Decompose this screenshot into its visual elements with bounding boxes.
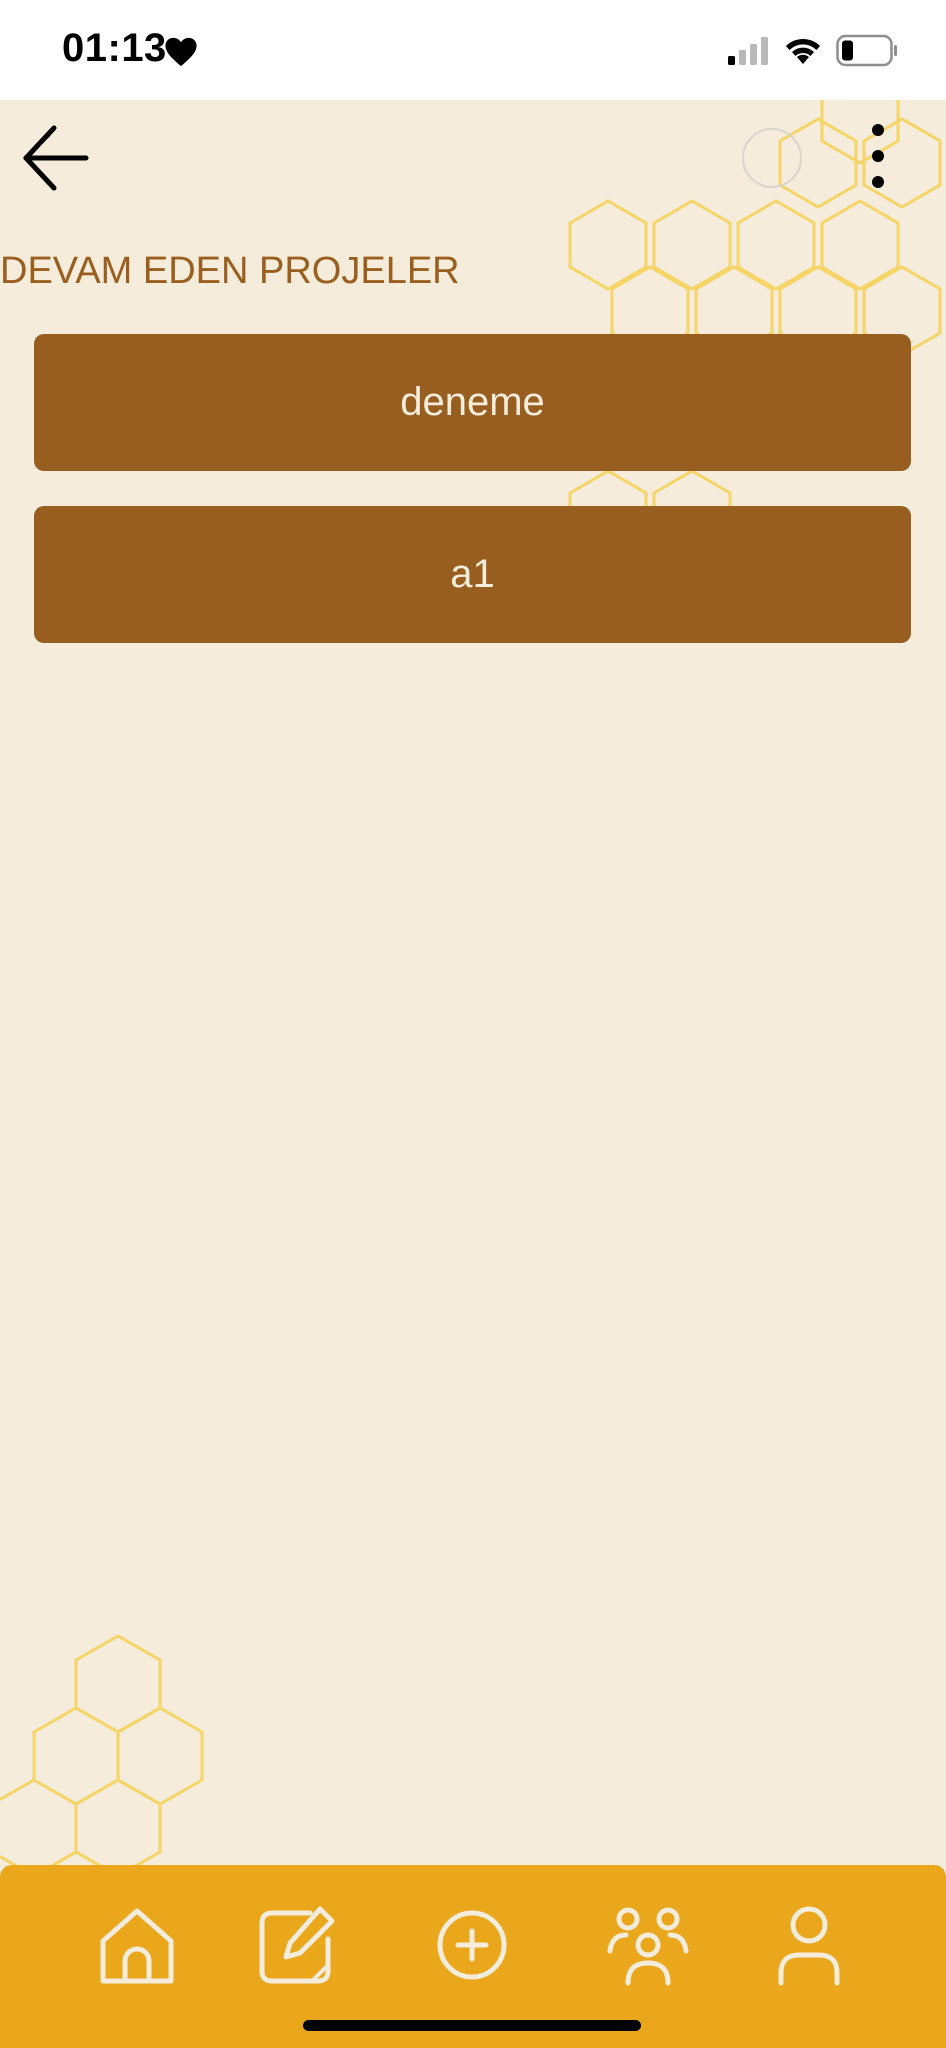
project-label: a1 xyxy=(450,552,495,596)
edit-icon[interactable] xyxy=(256,1903,340,1987)
home-icon[interactable] xyxy=(95,1903,179,1987)
user-icon[interactable] xyxy=(767,1903,851,1987)
project-button-a1[interactable]: a1 xyxy=(34,506,911,643)
app-content: DEVAM EDEN PROJELER deneme a1 xyxy=(0,100,946,2048)
add-circle-icon[interactable] xyxy=(430,1903,514,1987)
battery-icon xyxy=(836,34,897,67)
more-vertical-icon[interactable] xyxy=(858,118,898,198)
cellular-signal-icon xyxy=(728,37,768,65)
heart-icon xyxy=(165,37,197,67)
avatar[interactable] xyxy=(742,128,802,188)
project-button-deneme[interactable]: deneme xyxy=(34,334,911,471)
page-title: DEVAM EDEN PROJELER xyxy=(0,250,460,292)
status-bar: 01:13 xyxy=(0,0,946,100)
back-button[interactable] xyxy=(20,120,96,196)
group-icon[interactable] xyxy=(606,1903,690,1987)
home-indicator[interactable] xyxy=(303,2020,641,2031)
project-label: deneme xyxy=(400,380,545,424)
wifi-icon xyxy=(786,38,820,64)
status-time: 01:13 xyxy=(62,26,167,70)
